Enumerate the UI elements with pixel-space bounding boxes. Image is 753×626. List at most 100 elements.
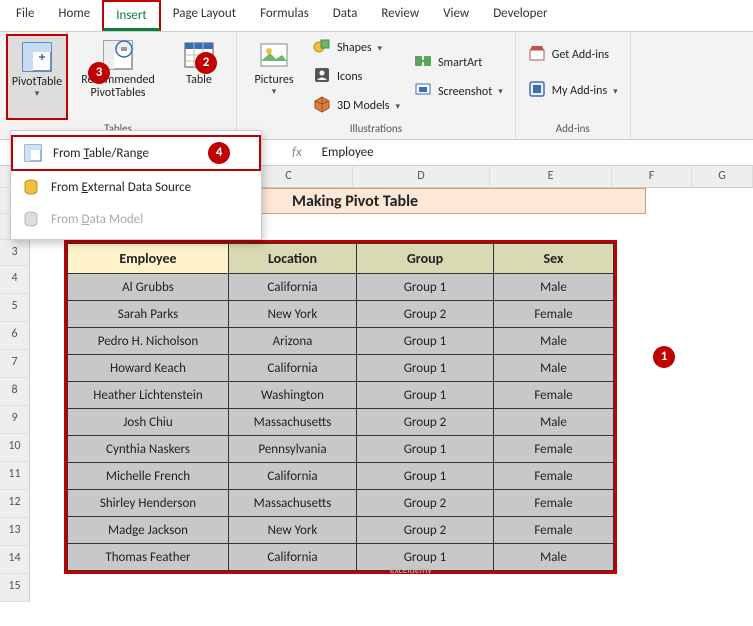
cell[interactable]: Michelle French (68, 463, 229, 490)
cell[interactable]: Group 2 (357, 409, 494, 436)
col-header[interactable]: G (692, 166, 753, 188)
col-header[interactable]: E (490, 166, 612, 188)
menu-from-external-data[interactable]: From External Data Source (11, 171, 261, 203)
cell[interactable]: Female (494, 382, 614, 409)
external-data-icon (21, 177, 41, 197)
cell[interactable]: Male (494, 355, 614, 382)
table-row[interactable]: Josh ChiuMassachusettsGroup 2Male (68, 409, 614, 436)
header-employee[interactable]: Employee (68, 244, 229, 274)
pictures-button[interactable]: Pictures ▾ (243, 34, 305, 120)
table-row[interactable]: Shirley HendersonMassachusettsGroup 2Fem… (68, 490, 614, 517)
row-header[interactable]: 9 (0, 406, 30, 434)
cell[interactable]: Female (494, 436, 614, 463)
cell[interactable]: Group 1 (357, 355, 494, 382)
row-header[interactable]: 11 (0, 462, 30, 490)
cell[interactable]: Arizona (229, 328, 357, 355)
cell[interactable]: Pedro H. Nicholson (68, 328, 229, 355)
cell[interactable]: Female (494, 463, 614, 490)
table-row[interactable]: Howard KeachCaliforniaGroup 1Male (68, 355, 614, 382)
row-header[interactable]: 8 (0, 378, 30, 406)
col-header[interactable]: F (612, 166, 692, 188)
row-header[interactable]: 12 (0, 490, 30, 518)
table-row[interactable]: Heather LichtensteinWashingtonGroup 1Fem… (68, 382, 614, 409)
row-header[interactable]: 4 (0, 266, 30, 294)
table-row[interactable]: Sarah ParksNew YorkGroup 2Female (68, 301, 614, 328)
tab-view[interactable]: View (431, 0, 481, 31)
cell[interactable]: Female (494, 490, 614, 517)
table-row[interactable]: Michelle FrenchCaliforniaGroup 1Female (68, 463, 614, 490)
cell[interactable]: Group 1 (357, 463, 494, 490)
cell[interactable]: Thomas Feather (68, 544, 229, 571)
cell[interactable]: Massachusetts (229, 409, 357, 436)
cell[interactable]: Madge Jackson (68, 517, 229, 544)
cell[interactable]: Group 1 (357, 274, 494, 301)
3d-models-button[interactable]: 3D Models▾ (307, 93, 406, 119)
cell[interactable]: New York (229, 517, 357, 544)
cell[interactable]: Male (494, 544, 614, 571)
tab-review[interactable]: Review (369, 0, 431, 31)
cell[interactable]: California (229, 355, 357, 382)
cell[interactable]: Josh Chiu (68, 409, 229, 436)
recommended-pivottables-button[interactable]: Recommended PivotTables (70, 34, 166, 120)
get-addins-button[interactable]: Get Add-ins (522, 42, 624, 68)
cell[interactable]: Howard Keach (68, 355, 229, 382)
table-row[interactable]: Madge JacksonNew YorkGroup 2Female (68, 517, 614, 544)
cell[interactable]: Group 1 (357, 382, 494, 409)
cell[interactable]: Group 2 (357, 517, 494, 544)
table-button[interactable]: Table (168, 34, 230, 120)
table-row[interactable]: Al GrubbsCaliforniaGroup 1Male (68, 274, 614, 301)
row-header[interactable]: 7 (0, 350, 30, 378)
screenshot-icon (414, 81, 432, 103)
tab-developer[interactable]: Developer (481, 0, 559, 31)
cell[interactable]: New York (229, 301, 357, 328)
table-row[interactable]: Thomas FeatherCaliforniaGroup 1Male (68, 544, 614, 571)
tab-file[interactable]: File (4, 0, 46, 31)
cell[interactable]: Female (494, 517, 614, 544)
col-header[interactable]: D (353, 166, 490, 188)
screenshot-button[interactable]: Screenshot▾ (408, 79, 509, 105)
header-group[interactable]: Group (357, 244, 494, 274)
smartart-button[interactable]: SmartArt (408, 50, 509, 76)
row-header[interactable]: 3 (0, 240, 30, 266)
cell[interactable]: Heather Lichtenstein (68, 382, 229, 409)
formula-value[interactable]: Employee (312, 145, 374, 160)
cell[interactable]: Cynthia Naskers (68, 436, 229, 463)
tab-page-layout[interactable]: Page Layout (161, 0, 248, 31)
cell[interactable]: Male (494, 409, 614, 436)
row-header[interactable]: 15 (0, 574, 30, 602)
header-location[interactable]: Location (229, 244, 357, 274)
row-header[interactable]: 5 (0, 294, 30, 322)
pivottable-button[interactable]: PivotTable ▾ (6, 34, 68, 120)
table-row[interactable]: Cynthia NaskersPennsylvaniaGroup 1Female (68, 436, 614, 463)
cell[interactable]: Female (494, 301, 614, 328)
cell[interactable]: California (229, 463, 357, 490)
row-header[interactable]: 10 (0, 434, 30, 462)
tab-data[interactable]: Data (321, 0, 370, 31)
cell[interactable]: Group 1 (357, 328, 494, 355)
cell[interactable]: California (229, 274, 357, 301)
cell[interactable]: Washington (229, 382, 357, 409)
icons-button[interactable]: Icons (307, 64, 406, 90)
tab-insert[interactable]: Insert (102, 0, 161, 31)
cell[interactable]: California (229, 544, 357, 571)
cell[interactable]: Shirley Henderson (68, 490, 229, 517)
tab-home[interactable]: Home (46, 0, 102, 31)
shapes-button[interactable]: Shapes▾ (307, 35, 406, 61)
cell[interactable]: Group 1 (357, 544, 494, 571)
tab-formulas[interactable]: Formulas (248, 0, 321, 31)
cell[interactable]: Sarah Parks (68, 301, 229, 328)
cell[interactable]: Male (494, 328, 614, 355)
row-header[interactable]: 14 (0, 546, 30, 574)
cell[interactable]: Group 1 (357, 436, 494, 463)
cell[interactable]: Male (494, 274, 614, 301)
cell[interactable]: Pennsylvania (229, 436, 357, 463)
my-addins-button[interactable]: My Add-ins▾ (522, 78, 624, 104)
row-header[interactable]: 6 (0, 322, 30, 350)
cell[interactable]: Massachusetts (229, 490, 357, 517)
cell[interactable]: Group 2 (357, 490, 494, 517)
row-header[interactable]: 13 (0, 518, 30, 546)
cell[interactable]: Al Grubbs (68, 274, 229, 301)
cell[interactable]: Group 2 (357, 301, 494, 328)
header-sex[interactable]: Sex (494, 244, 614, 274)
table-row[interactable]: Pedro H. NicholsonArizonaGroup 1Male (68, 328, 614, 355)
